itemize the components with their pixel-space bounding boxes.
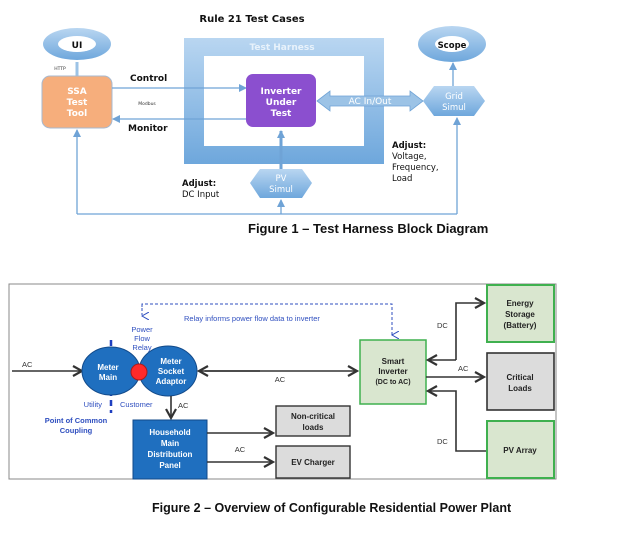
dc-bottom-label: DC bbox=[437, 437, 448, 446]
fig2-caption: Figure 2 – Overview of Configurable Resi… bbox=[152, 501, 512, 515]
noncritical-line: Non-critical bbox=[291, 412, 335, 421]
panel-line: Main bbox=[161, 439, 179, 448]
ssa-line: SSA bbox=[67, 87, 87, 97]
meter-socket-line: Meter bbox=[160, 357, 181, 366]
pcc-line-text: Coupling bbox=[60, 426, 93, 435]
ev-label: EV Charger bbox=[291, 458, 335, 467]
ac-input-label: AC bbox=[22, 360, 33, 369]
inverter-line: Inverter bbox=[260, 87, 302, 97]
inverter-line: Under bbox=[266, 98, 297, 108]
ev-charger: EV Charger bbox=[275, 445, 351, 479]
dc-top-label: DC bbox=[437, 321, 448, 330]
meter-socket-adaptor: Meter Socket Adaptor bbox=[138, 345, 198, 397]
ac-mid-label: AC bbox=[275, 375, 286, 384]
grid-simul: Grid Simul bbox=[423, 86, 485, 116]
adjust-grid-line: Load bbox=[392, 174, 412, 184]
critical-line: Loads bbox=[508, 384, 532, 393]
power-flow-relay-dot bbox=[130, 363, 148, 381]
adjust-grid-line: Voltage, bbox=[392, 152, 427, 162]
scope-node: Scope bbox=[418, 26, 486, 62]
ac-inout-label: AC In/Out bbox=[349, 97, 392, 107]
smart-inverter-line: Smart bbox=[382, 357, 405, 366]
relay-line: Power bbox=[131, 325, 153, 334]
adjust-dc-line: Adjust: bbox=[182, 179, 216, 189]
pv-array: PV Array bbox=[486, 420, 555, 479]
relay-line: Flow bbox=[134, 334, 150, 343]
adjust-grid-line: Frequency, bbox=[392, 163, 439, 173]
relay-note: Relay informs power flow data to inverte… bbox=[184, 314, 320, 323]
http-label: HTTP bbox=[54, 66, 66, 72]
adjust-grid-line: Adjust: bbox=[392, 141, 426, 151]
critical-line: Critical bbox=[506, 373, 533, 382]
panel-line: Household bbox=[149, 428, 190, 437]
pv-simul: PV Simul bbox=[250, 169, 312, 198]
ac-panel-label: AC bbox=[235, 445, 246, 454]
meter-socket-line: Adaptor bbox=[156, 377, 187, 386]
monitor-label: Monitor bbox=[128, 124, 168, 134]
fig1-caption: Figure 1 – Test Harness Block Diagram bbox=[248, 221, 488, 236]
ac-right-label: AC bbox=[458, 364, 469, 373]
ssa-test-tool: SSA Test Tool bbox=[41, 75, 113, 129]
pv-line: PV bbox=[276, 174, 287, 184]
panel-line: Panel bbox=[159, 461, 180, 470]
ssa-line: Test bbox=[67, 98, 88, 108]
ac-down-label: AC bbox=[178, 401, 189, 410]
harness-label: Test Harness bbox=[249, 43, 314, 53]
grid-line: Simul bbox=[442, 103, 466, 113]
pv-line: Simul bbox=[269, 185, 293, 195]
household-panel: Household Main Distribution Panel bbox=[132, 419, 208, 480]
modbus-label: Modbus bbox=[138, 101, 156, 107]
inverter-under-test: Inverter Under Test bbox=[246, 74, 316, 127]
diagram-canvas: Rule 21 Test Cases Test Harness UI HTTP … bbox=[8, 14, 557, 515]
pv-array-label: PV Array bbox=[503, 446, 537, 455]
smart-inverter-line: (DC to AC) bbox=[375, 379, 410, 386]
relay-line: Relay bbox=[132, 343, 151, 352]
grid-line: Grid bbox=[445, 92, 463, 102]
smart-inverter: Smart Inverter (DC to AC) bbox=[359, 339, 427, 405]
smart-inverter-line: Inverter bbox=[378, 367, 407, 376]
storage-line: Storage bbox=[505, 310, 535, 319]
ssa-line: Tool bbox=[67, 109, 87, 119]
scope-label: Scope bbox=[438, 41, 467, 51]
utility-label: Utility bbox=[84, 400, 103, 409]
meter-main-line: Main bbox=[99, 373, 117, 382]
noncritical-loads: Non-critical loads bbox=[275, 405, 351, 437]
meter-socket-line: Socket bbox=[158, 367, 185, 376]
inverter-line: Test bbox=[271, 109, 292, 119]
noncritical-line: loads bbox=[303, 423, 324, 432]
storage-line: Energy bbox=[506, 299, 534, 308]
meter-main-line: Meter bbox=[97, 363, 118, 372]
energy-storage: Energy Storage (Battery) bbox=[486, 284, 555, 343]
customer-label: Customer bbox=[120, 400, 153, 409]
critical-loads: Critical Loads bbox=[486, 352, 555, 411]
control-label: Control bbox=[130, 74, 167, 84]
panel-line: Distribution bbox=[148, 450, 193, 459]
ui-node: UI bbox=[43, 28, 111, 60]
ui-label: UI bbox=[72, 41, 83, 51]
pcc-line-text: Point of Common bbox=[45, 416, 108, 425]
adjust-dc-line: DC Input bbox=[182, 190, 220, 200]
storage-line: (Battery) bbox=[504, 321, 537, 330]
fig1-title: Rule 21 Test Cases bbox=[199, 14, 304, 25]
